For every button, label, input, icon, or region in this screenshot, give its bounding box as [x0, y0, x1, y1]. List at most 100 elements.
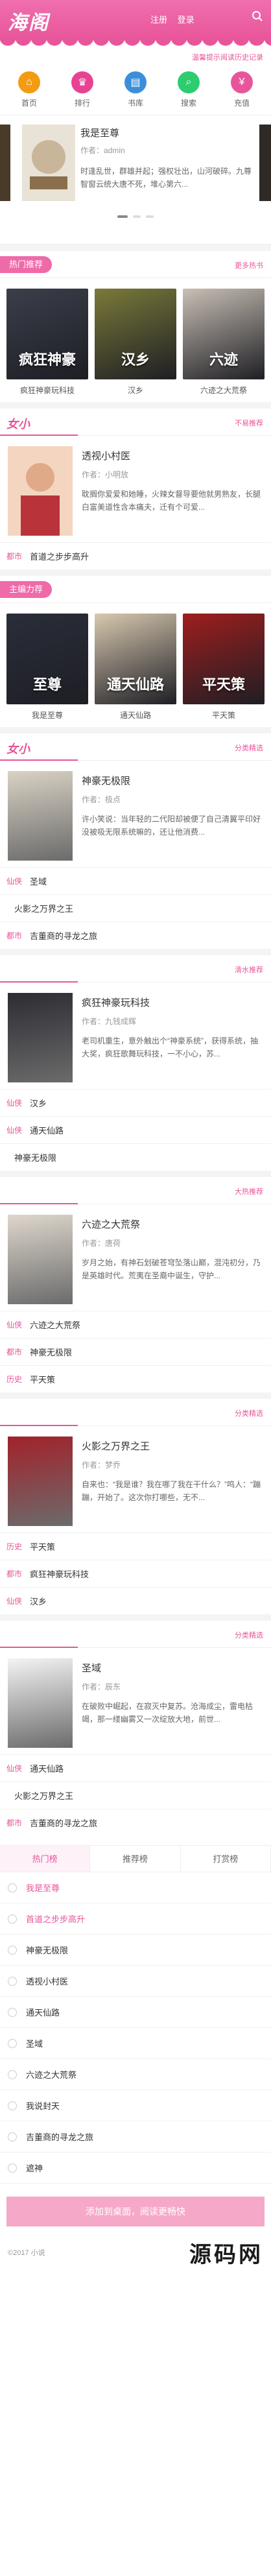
- book-title[interactable]: 疯狂神豪玩科技: [6, 385, 88, 396]
- featured-cover[interactable]: [22, 125, 75, 201]
- list-item[interactable]: 神豪无极限: [0, 1143, 271, 1171]
- section-more-link[interactable]: 大热推荐: [235, 1186, 263, 1197]
- list-item[interactable]: 都市 吉董商的寻龙之旅: [0, 1809, 271, 1836]
- book-cover[interactable]: [8, 993, 73, 1082]
- category-more-link[interactable]: 分类精选: [235, 743, 263, 753]
- list-item-title[interactable]: 火影之万界之王: [14, 1789, 73, 1802]
- book-cover[interactable]: [8, 446, 73, 536]
- tab-hot-rank[interactable]: 热门榜: [0, 1846, 91, 1872]
- list-item-title[interactable]: 吉董商的寻龙之旅: [30, 1817, 97, 1829]
- rank-item[interactable]: 透视小村医: [0, 1966, 271, 1997]
- rank-item-title[interactable]: 通天仙路: [26, 2006, 60, 2018]
- book-title[interactable]: 火影之万界之王: [82, 1439, 263, 1453]
- slider-dot[interactable]: [145, 215, 154, 218]
- rank-item-title[interactable]: 透视小村医: [26, 1975, 68, 1987]
- list-item-title[interactable]: 首道之步步高升: [30, 550, 89, 562]
- rank-item-title[interactable]: 六迹之大荒祭: [26, 2068, 77, 2081]
- list-item-title[interactable]: 火影之万界之王: [14, 902, 73, 914]
- rank-item-title[interactable]: 首道之步步高升: [26, 1913, 85, 1925]
- list-item-title[interactable]: 通天仙路: [30, 1124, 64, 1136]
- book-item[interactable]: 疯狂神豪玩科技 作者：九钱成辉 老司机重生，意外触出个“神豪系统”，获得系统，抽大奖…: [0, 983, 271, 1089]
- book-title[interactable]: 平天策: [183, 710, 265, 721]
- list-item[interactable]: 火影之万界之王: [0, 894, 271, 922]
- book-title[interactable]: 神豪无极限: [82, 774, 263, 787]
- book-card[interactable]: 汉乡 汉乡: [95, 289, 176, 396]
- list-item[interactable]: 仙侠 通天仙路: [0, 1754, 271, 1782]
- book-title[interactable]: 六迹之大荒祭: [183, 385, 265, 396]
- nav-item-ranking[interactable]: ♛ 排行: [60, 71, 105, 108]
- add-to-desktop-button[interactable]: 添加到桌面，阅读更畅快: [6, 2197, 265, 2226]
- list-item[interactable]: 历史 平天策: [0, 1365, 271, 1392]
- list-item-title[interactable]: 汉乡: [30, 1595, 47, 1607]
- list-item-title[interactable]: 圣域: [30, 875, 47, 887]
- book-item[interactable]: 透视小村医 作者：小明放 耽搁你爱爱和她睡，火辣女督导要他就男熟友，长腿白富美道…: [0, 436, 271, 542]
- nav-item-search[interactable]: ⌕ 搜索: [166, 71, 211, 108]
- rank-item[interactable]: 圣域: [0, 2028, 271, 2059]
- rank-item[interactable]: 神豪无极限: [0, 1935, 271, 1966]
- list-item-title[interactable]: 平天策: [30, 1373, 55, 1385]
- book-cover[interactable]: [8, 771, 73, 861]
- book-item[interactable]: 六迹之大荒祭 作者：唐荷 岁月之始，有神石划破苍穹坠落山巅，混沌初分，乃是英雄时代。…: [0, 1204, 271, 1311]
- book-title[interactable]: 疯狂神豪玩科技: [82, 996, 263, 1009]
- list-item[interactable]: 历史 平天策: [0, 1532, 271, 1560]
- list-item[interactable]: 都市 首道之步步高升: [0, 542, 271, 569]
- list-item-title[interactable]: 汉乡: [30, 1097, 47, 1109]
- hot-more-link[interactable]: 更多热书: [235, 260, 263, 270]
- book-title[interactable]: 圣域: [82, 1661, 263, 1675]
- book-card[interactable]: 疯狂神豪 疯狂神豪玩科技: [6, 289, 88, 396]
- book-cover[interactable]: 通天仙路: [95, 614, 176, 704]
- book-title[interactable]: 我是至尊: [6, 710, 88, 721]
- nav-item-home[interactable]: ⌂ 首页: [6, 71, 52, 108]
- list-item-title[interactable]: 通天仙路: [30, 1762, 64, 1774]
- book-cover[interactable]: 汉乡: [95, 289, 176, 379]
- rank-item[interactable]: 吉董商的寻龙之旅: [0, 2121, 271, 2153]
- featured-title[interactable]: 我是至尊: [80, 126, 253, 139]
- section-more-link[interactable]: 清水推荐: [235, 964, 263, 975]
- book-item[interactable]: 圣域 作者：辰东 在破败中崛起，在寂灭中复苏。沧海成尘，雷电枯竭，那一缕幽雾又一次绽…: [0, 1648, 271, 1754]
- list-item[interactable]: 都市 神豪无极限: [0, 1338, 271, 1365]
- book-item[interactable]: 火影之万界之王 作者：梦乔 自来也：“我是谁？我在哪了我在干什么？”鸣人：“蹦蹦，开…: [0, 1426, 271, 1532]
- book-card[interactable]: 六迹 六迹之大荒祭: [183, 289, 265, 396]
- book-title[interactable]: 六迹之大荒祭: [82, 1217, 263, 1231]
- next-slide-peek[interactable]: [259, 125, 271, 201]
- list-item-title[interactable]: 平天策: [30, 1540, 55, 1553]
- book-cover[interactable]: [8, 1437, 73, 1526]
- list-item-title[interactable]: 六迹之大荒祭: [30, 1318, 80, 1331]
- book-card[interactable]: 平天策 平天策: [183, 614, 265, 721]
- tab-recommend-rank[interactable]: 推荐榜: [90, 1846, 181, 1872]
- rank-item-title[interactable]: 我说封天: [26, 2099, 60, 2112]
- list-item[interactable]: 都市 吉董商的寻龙之旅: [0, 922, 271, 949]
- rank-item[interactable]: 遮神: [0, 2153, 271, 2184]
- book-cover[interactable]: 平天策: [183, 614, 265, 704]
- featured-slider[interactable]: 我是至尊 作者：admin 时逢乱世，群雄并起；强权壮出，山河破碎。九尊智窗云统…: [0, 115, 271, 244]
- book-card[interactable]: 至尊 我是至尊: [6, 614, 88, 721]
- list-item[interactable]: 都市 疯狂神豪玩科技: [0, 1560, 271, 1587]
- rank-item[interactable]: 我是至尊: [0, 1872, 271, 1903]
- rank-item[interactable]: 首道之步步高升: [0, 1903, 271, 1935]
- book-cover[interactable]: [8, 1658, 73, 1748]
- book-cover[interactable]: 六迹: [183, 289, 265, 379]
- list-item-title[interactable]: 疯狂神豪玩科技: [30, 1568, 89, 1580]
- slider-dot[interactable]: [117, 215, 128, 218]
- nav-item-library[interactable]: ▤ 书库: [113, 71, 158, 108]
- list-item[interactable]: 仙侠 六迹之大荒祭: [0, 1311, 271, 1338]
- section-more-link[interactable]: 分类精选: [235, 1630, 263, 1640]
- list-item[interactable]: 仙侠 圣域: [0, 867, 271, 894]
- list-item[interactable]: 仙侠 通天仙路: [0, 1116, 271, 1143]
- book-cover[interactable]: [8, 1215, 73, 1304]
- register-link[interactable]: 注册: [150, 15, 167, 25]
- rank-item-title[interactable]: 遮神: [26, 2162, 43, 2174]
- site-logo[interactable]: 海阁: [8, 6, 56, 34]
- tab-reward-rank[interactable]: 打赏榜: [181, 1846, 271, 1872]
- book-title[interactable]: 透视小村医: [82, 449, 263, 462]
- book-card[interactable]: 通天仙路 通天仙路: [95, 614, 176, 721]
- login-link[interactable]: 登录: [178, 15, 194, 25]
- list-item[interactable]: 仙侠 汉乡: [0, 1089, 271, 1116]
- rank-item[interactable]: 六迹之大荒祭: [0, 2059, 271, 2090]
- section-more-link[interactable]: 分类精选: [235, 1408, 263, 1418]
- book-title[interactable]: 汉乡: [95, 385, 176, 396]
- rank-item-title[interactable]: 圣域: [26, 2037, 43, 2049]
- book-title[interactable]: 通天仙路: [95, 710, 176, 721]
- rank-item-title[interactable]: 吉董商的寻龙之旅: [26, 2130, 93, 2143]
- list-item-title[interactable]: 神豪无极限: [14, 1151, 56, 1163]
